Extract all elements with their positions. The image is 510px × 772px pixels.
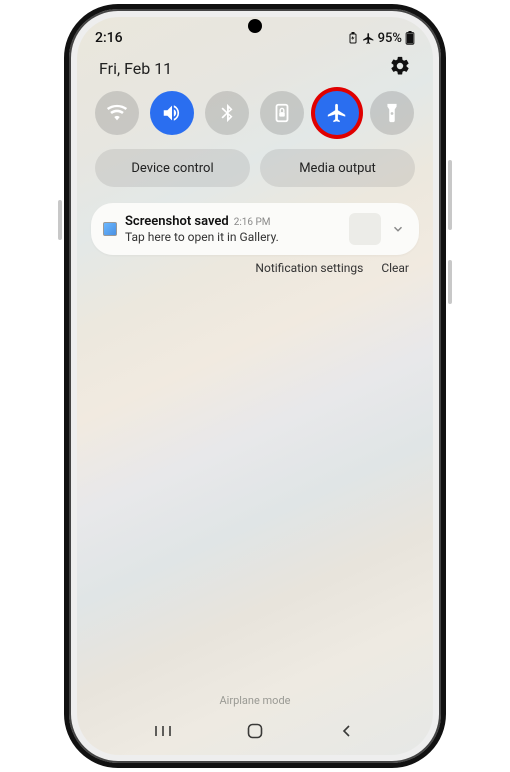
volume-button bbox=[448, 160, 452, 230]
notification-expand[interactable] bbox=[389, 222, 407, 236]
status-icons: 95% bbox=[347, 31, 415, 46]
notification-title: Screenshot saved bbox=[125, 214, 229, 229]
notification-thumbnail bbox=[349, 213, 381, 245]
clear-button[interactable]: Clear bbox=[381, 261, 409, 275]
battery-icon bbox=[405, 31, 415, 45]
chevron-down-icon bbox=[391, 222, 405, 236]
media-output-label: Media output bbox=[299, 161, 376, 176]
sound-icon bbox=[161, 102, 183, 124]
notification-text: Tap here to open it in Gallery. bbox=[125, 230, 341, 244]
gear-icon bbox=[389, 55, 411, 77]
gallery-app-icon bbox=[103, 222, 117, 236]
panel-header: Fri, Feb 11 bbox=[77, 51, 433, 87]
recent-icon bbox=[154, 724, 172, 738]
notification-settings-link[interactable]: Notification settings bbox=[255, 261, 363, 275]
qs-wifi[interactable] bbox=[95, 91, 139, 135]
nav-home[interactable] bbox=[245, 723, 265, 739]
media-output-chip[interactable]: Media output bbox=[260, 149, 415, 187]
wifi-icon bbox=[106, 102, 128, 124]
notification-card[interactable]: Screenshot saved 2:16 PM Tap here to ope… bbox=[91, 203, 419, 255]
airplane-icon bbox=[326, 102, 348, 124]
panel-date: Fri, Feb 11 bbox=[99, 59, 172, 78]
rotation-lock-icon bbox=[271, 102, 293, 124]
nav-recent[interactable] bbox=[153, 724, 173, 738]
home-icon bbox=[247, 723, 263, 739]
notification-time: 2:16 PM bbox=[234, 217, 271, 228]
phone-frame: 2:16 95% Fri, Feb 11 bbox=[64, 4, 446, 768]
qs-chips-row: Device control Media output bbox=[77, 139, 433, 195]
qs-airplane[interactable] bbox=[315, 91, 359, 135]
bottom-label: Airplane mode bbox=[77, 694, 433, 707]
qs-rotation[interactable] bbox=[260, 91, 304, 135]
bluetooth-icon bbox=[216, 102, 238, 124]
camera-hole bbox=[248, 19, 262, 33]
notification-footer: Notification settings Clear bbox=[77, 255, 433, 275]
device-control-label: Device control bbox=[131, 161, 213, 176]
qs-flashlight[interactable] bbox=[370, 91, 414, 135]
device-control-chip[interactable]: Device control bbox=[95, 149, 250, 187]
nav-bar bbox=[77, 715, 433, 747]
flashlight-icon bbox=[381, 102, 403, 124]
side-button bbox=[58, 200, 62, 240]
qs-sound[interactable] bbox=[150, 91, 194, 135]
power-button bbox=[448, 260, 452, 304]
clock: 2:16 bbox=[95, 30, 123, 46]
airplane-status-icon bbox=[362, 32, 375, 45]
settings-button[interactable] bbox=[389, 55, 411, 81]
qs-bluetooth[interactable] bbox=[205, 91, 249, 135]
screen: 2:16 95% Fri, Feb 11 bbox=[77, 17, 433, 755]
back-icon bbox=[340, 724, 354, 738]
battery-status-icon bbox=[347, 32, 359, 44]
battery-pct: 95% bbox=[378, 31, 402, 46]
nav-back[interactable] bbox=[337, 724, 357, 738]
notification-body: Screenshot saved 2:16 PM Tap here to ope… bbox=[125, 214, 341, 244]
quick-settings-row bbox=[77, 87, 433, 139]
